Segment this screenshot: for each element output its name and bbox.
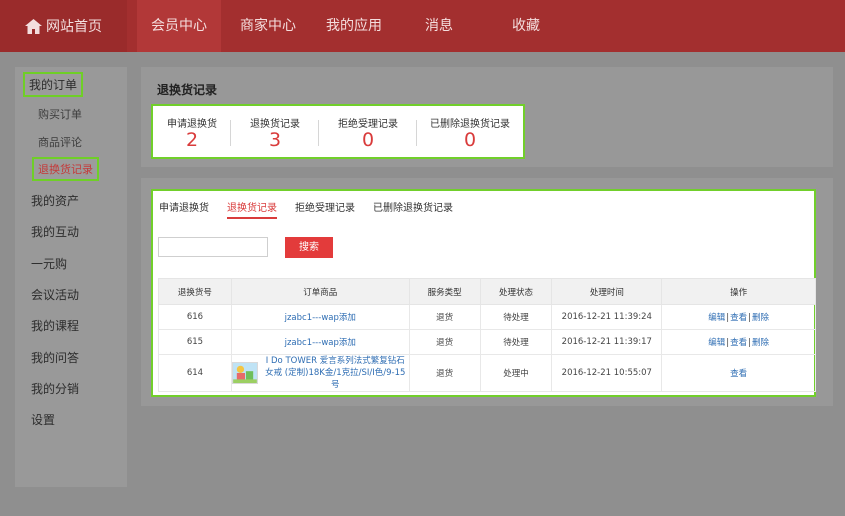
- view-link[interactable]: 查看: [730, 313, 747, 323]
- nav-home-label: 网站首页: [46, 19, 102, 35]
- stat-label: 已删除退换货记录: [430, 119, 510, 130]
- sidebar-item-distribution[interactable]: 我的分销: [31, 380, 79, 397]
- stat-value: 0: [361, 129, 375, 151]
- home-icon: [25, 18, 42, 34]
- product-name[interactable]: I Do TOWER 爱言系列法式繁复钻石 女戒 (定制)18K金/1克拉/SI…: [262, 355, 409, 391]
- product-name-line2[interactable]: 女戒 (定制)18K金/1克拉/SI/I色/9-15号: [262, 367, 409, 391]
- cell-time: 2016-12-21 11:39:24: [551, 304, 663, 330]
- tab-apply[interactable]: 申请退换货: [159, 199, 209, 214]
- cell-product: jzabc1---wap添加: [230, 304, 410, 330]
- col-header-return-no: 退换货号: [158, 278, 232, 305]
- cell-service: 退货: [408, 354, 481, 392]
- col-header-status: 处理状态: [479, 278, 553, 305]
- cell-return-no: 614: [158, 354, 232, 392]
- cell-status: 处理中: [479, 354, 553, 392]
- tab-records[interactable]: 退换货记录: [227, 199, 277, 219]
- sidebar-item-events[interactable]: 会议活动: [31, 286, 79, 303]
- col-header-ops: 操作: [661, 278, 816, 305]
- product-block: I Do TOWER 爱言系列法式繁复钻石 女戒 (定制)18K金/1克拉/SI…: [231, 355, 409, 391]
- ops-separator: |: [726, 313, 730, 323]
- ops-separator: |: [748, 338, 751, 348]
- delete-link[interactable]: 删除: [752, 338, 769, 348]
- cell-ops: 查看: [661, 354, 816, 392]
- cell-return-no: 616: [158, 304, 232, 330]
- cell-status: 待处理: [479, 304, 553, 330]
- table-row: 616 jzabc1---wap添加 退货 待处理 2016-12-21 11:…: [158, 304, 816, 330]
- cell-ops: 编辑|查看|删除: [661, 304, 816, 330]
- stat-label: 申请退换货: [167, 119, 217, 130]
- stat-value: 0: [463, 129, 477, 151]
- delete-link[interactable]: 删除: [752, 313, 769, 323]
- returns-table: 退换货号 订单商品 服务类型 处理状态 处理时间 操作 616 jzabc1--…: [158, 278, 816, 392]
- nav-merchant-center[interactable]: 商家中心: [226, 0, 310, 52]
- sidebar-item-qa[interactable]: 我的问答: [31, 349, 79, 366]
- sidebar-item-courses[interactable]: 我的课程: [31, 317, 79, 334]
- stat-value: 2: [185, 129, 199, 151]
- top-navbar: 网站首页 会员中心 商家中心 我的应用 消息 收藏: [0, 0, 845, 52]
- sidebar-item-orders[interactable]: 我的订单: [22, 72, 84, 97]
- product-link[interactable]: jzabc1---wap添加: [285, 338, 356, 348]
- sidebar-item-settings[interactable]: 设置: [31, 411, 55, 428]
- product-thumbnail-icon[interactable]: [231, 362, 258, 384]
- tab-deleted[interactable]: 已删除退换货记录: [373, 199, 453, 214]
- stat-value: 3: [268, 129, 282, 151]
- product-name-line1[interactable]: I Do TOWER 爱言系列法式繁复钻石: [262, 355, 409, 367]
- cell-time: 2016-12-21 11:39:17: [551, 329, 663, 355]
- nav-member-center[interactable]: 会员中心: [137, 0, 221, 52]
- sidebar-sub-purchase-orders[interactable]: 购买订单: [38, 106, 82, 122]
- nav-my-apps[interactable]: 我的应用: [312, 0, 396, 52]
- ops-separator: |: [748, 313, 751, 323]
- stat-rejected[interactable]: 拒绝受理记录 0: [319, 106, 417, 157]
- stat-label: 退换货记录: [250, 119, 300, 130]
- col-header-product: 订单商品: [230, 278, 410, 305]
- cell-service: 退货: [408, 329, 481, 355]
- sidebar-sub-product-reviews[interactable]: 商品评论: [38, 134, 82, 150]
- sidebar-item-interactions[interactable]: 我的互动: [31, 223, 79, 240]
- cell-return-no: 615: [158, 329, 232, 355]
- cell-time: 2016-12-21 10:55:07: [551, 354, 663, 392]
- table-row: 614 I Do TOWER 爱言系列法式繁复钻石 女戒 (定制)18K金/1克…: [158, 354, 816, 392]
- records-card: 申请退换货 退换货记录 拒绝受理记录 已删除退换货记录 搜索 退换货号 订单商品…: [151, 189, 816, 397]
- nav-home[interactable]: 网站首页: [0, 0, 127, 52]
- cell-product: I Do TOWER 爱言系列法式繁复钻石 女戒 (定制)18K金/1克拉/SI…: [230, 354, 410, 392]
- sidebar: 我的订单 购买订单 商品评论 退换货记录 我的资产 我的互动 一元购 会议活动 …: [15, 67, 127, 487]
- sidebar-sub-returns[interactable]: 退换货记录: [32, 157, 99, 181]
- cell-status: 待处理: [479, 329, 553, 355]
- cell-service: 退货: [408, 304, 481, 330]
- cell-ops: 编辑|查看|删除: [661, 329, 816, 355]
- edit-link[interactable]: 编辑: [708, 338, 725, 348]
- nav-messages[interactable]: 消息: [397, 0, 481, 52]
- page-title: 退换货记录: [157, 83, 218, 97]
- table-header-row: 退换货号 订单商品 服务类型 处理状态 处理时间 操作: [158, 278, 816, 305]
- sidebar-item-assets[interactable]: 我的资产: [31, 192, 79, 209]
- nav-favorites[interactable]: 收藏: [484, 0, 568, 52]
- stats-box: 申请退换货 2 退换货记录 3 拒绝受理记录 0 已删除退换货记录 0: [151, 104, 525, 159]
- stat-label: 拒绝受理记录: [338, 119, 398, 130]
- view-link[interactable]: 查看: [730, 369, 747, 379]
- table-row: 615 jzabc1---wap添加 退货 待处理 2016-12-21 11:…: [158, 329, 816, 355]
- ops-separator: |: [726, 338, 730, 348]
- stat-records[interactable]: 退换货记录 3: [231, 106, 319, 157]
- edit-link[interactable]: 编辑: [708, 313, 725, 323]
- tab-rejected[interactable]: 拒绝受理记录: [295, 199, 355, 214]
- search-input[interactable]: [158, 237, 268, 257]
- col-header-service: 服务类型: [408, 278, 481, 305]
- stat-apply[interactable]: 申请退换货 2: [153, 106, 231, 157]
- view-link[interactable]: 查看: [730, 338, 747, 348]
- product-link[interactable]: jzabc1---wap添加: [285, 313, 356, 323]
- stat-deleted[interactable]: 已删除退换货记录 0: [417, 106, 523, 157]
- search-button[interactable]: 搜索: [285, 237, 333, 258]
- cell-product: jzabc1---wap添加: [230, 329, 410, 355]
- col-header-time: 处理时间: [551, 278, 663, 305]
- sidebar-item-one-yuan[interactable]: 一元购: [31, 255, 67, 272]
